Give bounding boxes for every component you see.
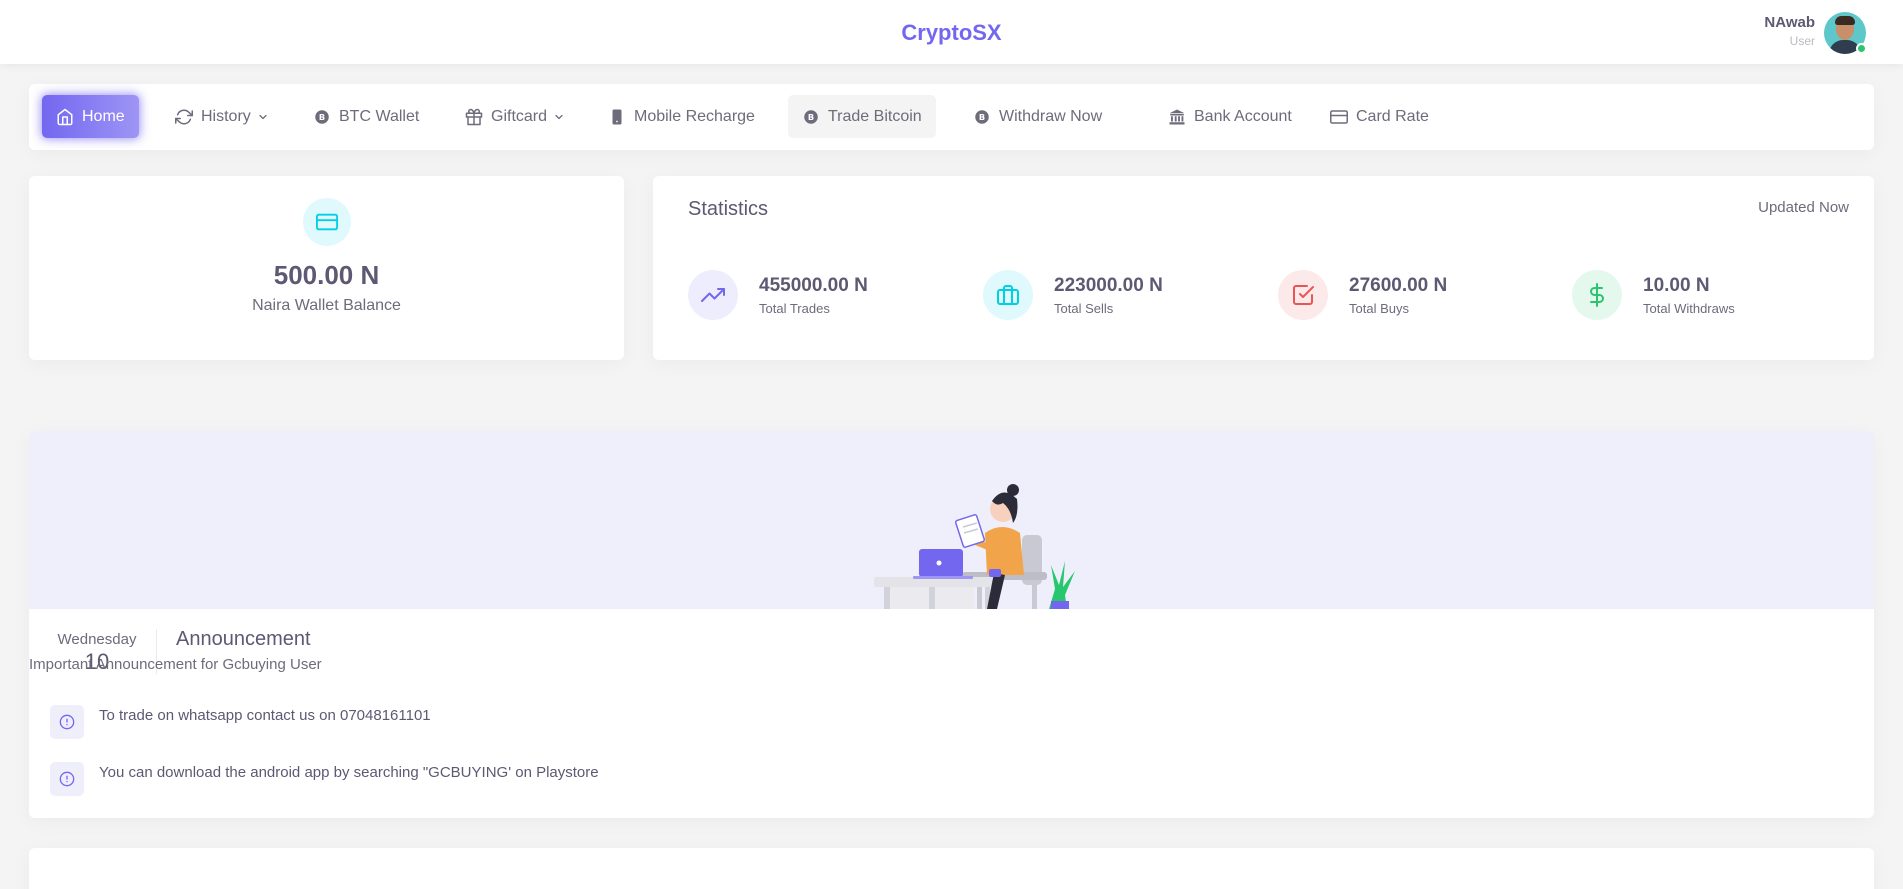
credit-card-icon <box>303 198 351 246</box>
list-item: You can download the android app by sear… <box>50 762 599 796</box>
bitcoin-icon: B <box>313 108 331 126</box>
chevron-down-icon <box>257 111 269 123</box>
check-square-icon <box>1278 270 1328 320</box>
nav-label: Card Rate <box>1356 107 1429 125</box>
stat-total-sells: 223000.00 N Total Sells <box>983 270 1163 320</box>
stat-value: 27600.00 N <box>1349 274 1448 296</box>
main-navigation: Home History B BTC Wallet Giftcard Mobil… <box>29 84 1874 150</box>
woman-at-desk-illustration <box>874 484 1075 609</box>
announcement-card: Wednesday 10 Announcement Important Anno… <box>29 431 1874 818</box>
stat-value: 10.00 N <box>1643 274 1710 296</box>
stat-total-trades: 455000.00 N Total Trades <box>688 270 868 320</box>
nav-label: Withdraw Now <box>999 107 1103 125</box>
stat-total-buys: 27600.00 N Total Buys <box>1278 270 1447 320</box>
dollar-icon <box>1572 270 1622 320</box>
nav-label: Bank Account <box>1194 107 1292 125</box>
nav-item-giftcard[interactable]: Giftcard <box>451 95 579 138</box>
announcement-title: Announcement <box>176 628 311 650</box>
stat-label: Total Withdraws <box>1643 300 1735 316</box>
statistics-updated: Updated Now <box>1758 199 1849 216</box>
announcement-subtitle: Important Announcement for Gcbuying User <box>29 656 322 673</box>
nav-label: Giftcard <box>491 107 548 125</box>
home-icon <box>56 108 74 126</box>
nav-label: Mobile Recharge <box>634 107 755 125</box>
stat-label: Total Buys <box>1349 300 1409 316</box>
nav-label: BTC Wallet <box>339 107 420 125</box>
stat-value: 455000.00 N <box>759 274 868 296</box>
user-info[interactable]: NAwab User <box>1764 14 1815 48</box>
nav-item-history[interactable]: History <box>161 95 283 138</box>
statistics-title: Statistics <box>688 198 769 220</box>
gift-icon <box>465 108 483 126</box>
svg-text:B: B <box>979 112 985 122</box>
announcement-item-text: You can download the android app by sear… <box>99 764 599 781</box>
briefcase-icon <box>983 270 1033 320</box>
trending-up-icon <box>688 270 738 320</box>
bitcoin-icon: B <box>973 108 991 126</box>
alert-circle-icon <box>50 762 84 796</box>
stat-label: Total Trades <box>759 300 830 316</box>
user-name: NAwab <box>1764 14 1815 31</box>
chevron-down-icon <box>553 111 565 123</box>
top-bar: CryptoSX NAwab User <box>0 0 1903 64</box>
nav-label: Trade Bitcoin <box>828 107 922 125</box>
stat-value: 223000.00 N <box>1054 274 1163 296</box>
stat-total-withdraws: 10.00 N Total Withdraws <box>1572 270 1735 320</box>
statistics-card: Statistics Updated Now 455000.00 N Total… <box>653 176 1874 360</box>
online-status-dot <box>1856 43 1867 54</box>
list-item: To trade on whatsapp contact us on 07048… <box>50 705 431 739</box>
nav-item-bank-account[interactable]: Bank Account <box>1154 95 1306 138</box>
refresh-icon <box>175 108 193 126</box>
user-role: User <box>1789 34 1815 48</box>
wallet-balance-amount: 500.00 N <box>273 260 380 290</box>
nav-item-trade-bitcoin[interactable]: B Trade Bitcoin <box>788 95 936 138</box>
smartphone-icon <box>608 108 626 126</box>
nav-item-btc-wallet[interactable]: B BTC Wallet <box>299 95 433 138</box>
bitcoin-icon: B <box>802 108 820 126</box>
next-section-card <box>29 848 1874 889</box>
announcement-banner <box>29 431 1874 609</box>
nav-item-mobile-recharge[interactable]: Mobile Recharge <box>594 95 769 138</box>
nav-label: History <box>201 107 251 125</box>
alert-circle-icon <box>50 705 84 739</box>
announcement-item-text: To trade on whatsapp contact us on 07048… <box>99 707 431 724</box>
credit-card-icon <box>1330 108 1348 126</box>
wallet-balance-card: 500.00 N Naira Wallet Balance <box>29 176 624 360</box>
wallet-balance-label: Naira Wallet Balance <box>252 297 401 314</box>
svg-text:B: B <box>319 112 325 122</box>
svg-text:B: B <box>808 112 814 122</box>
stat-label: Total Sells <box>1054 300 1114 316</box>
date-day-name: Wednesday <box>57 631 137 648</box>
nav-item-home[interactable]: Home <box>42 95 139 138</box>
bank-icon <box>1168 108 1186 126</box>
nav-label: Home <box>82 107 125 125</box>
brand-logo[interactable]: CryptoSX <box>0 20 1903 46</box>
nav-item-withdraw-now[interactable]: B Withdraw Now <box>959 95 1116 138</box>
nav-item-card-rate[interactable]: Card Rate <box>1316 95 1443 138</box>
